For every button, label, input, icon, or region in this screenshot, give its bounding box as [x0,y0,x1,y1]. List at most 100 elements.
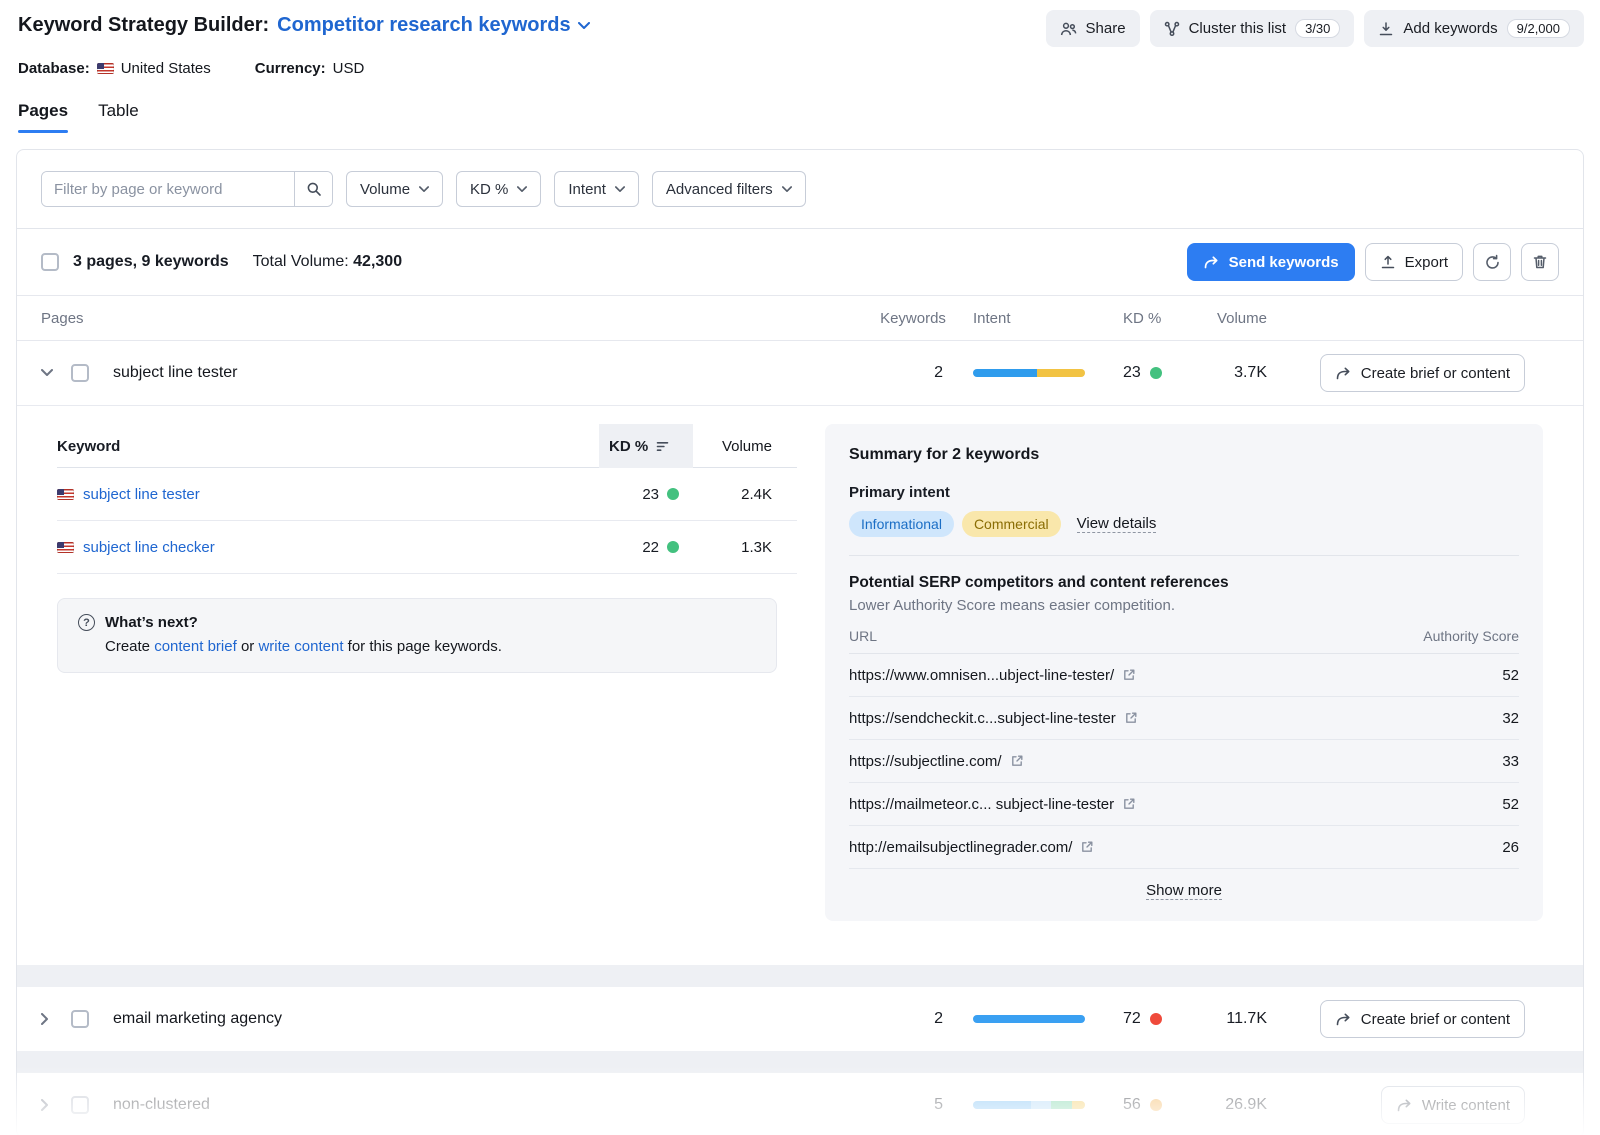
export-button[interactable]: Export [1365,243,1463,281]
create-brief-button[interactable]: Create brief or content [1320,1000,1525,1038]
active-tab-underline [18,130,68,133]
url-column-header: URL [849,628,877,644]
kd-value: 56 [1123,1096,1141,1114]
add-keywords-label: Add keywords [1403,20,1497,37]
authority-score: 26 [1502,839,1519,856]
expanded-page-detail: Keyword KD % Volume [17,405,1583,965]
kd-filter-dropdown[interactable]: KD % [456,171,541,207]
list-name: Competitor research keywords [277,14,570,37]
refresh-button[interactable] [1473,243,1511,281]
summary-title: Summary for 2 keywords [849,446,1519,464]
volume-filter-dropdown[interactable]: Volume [346,171,443,207]
cluster-count-badge: 3/30 [1295,19,1340,38]
export-icon [1380,254,1396,270]
serp-competitors-title: Potential SERP competitors and content r… [849,574,1519,592]
show-more-link[interactable]: Show more [1146,882,1222,900]
competitor-url: https://subjectline.com/ [849,753,1002,770]
chevron-down-icon [615,186,625,193]
kd-cell: 22 [599,539,693,556]
group-separator [17,1051,1583,1073]
toolbar-actions: Send keywords Export [1187,243,1559,281]
send-keywords-button[interactable]: Send keywords [1187,243,1355,281]
share-button[interactable]: Share [1046,10,1140,47]
page-group-non-clustered: non-clustered 5 56 26.9K Write content [17,1073,1583,1135]
kd-value: 23 [1123,364,1141,382]
tab-pages[interactable]: Pages [18,101,68,133]
filter-input[interactable] [42,172,294,206]
search-button[interactable] [294,172,332,206]
subcolumn-kd-sorted[interactable]: KD % [599,424,693,468]
row-checkbox[interactable] [71,364,89,382]
authority-score: 52 [1502,667,1519,684]
list-selector[interactable]: Competitor research keywords [277,14,589,37]
whats-next-title: What’s next? [105,614,198,631]
page-title: Keyword Strategy Builder: Competitor res… [18,10,590,37]
database-info: Database: United States [18,60,211,77]
keyword-link[interactable]: subject line tester [83,486,200,503]
kd-value: 72 [1123,1010,1141,1028]
currency-label: Currency: [255,60,326,77]
delete-button[interactable] [1521,243,1559,281]
cluster-icon [1164,21,1180,37]
competitor-url: https://sendcheckit.c...subject-line-tes… [849,710,1116,727]
competitor-url-row: https://subjectline.com/ 33 [849,740,1519,783]
selection-summary: 3 pages, 9 keywords [73,253,229,271]
keywords-count: 2 [934,364,957,382]
intent-badges: Informational Commercial View details [849,511,1519,537]
keyword-link[interactable]: subject line checker [83,539,215,556]
collapse-chevron-icon[interactable] [41,369,71,377]
selection-toolbar: 3 pages, 9 keywords Total Volume: 42,300… [17,229,1583,295]
total-volume-value: 42,300 [353,253,402,270]
create-brief-button[interactable]: Create brief or content [1320,354,1525,392]
competitor-url-row: https://www.omnisen...ubject-line-tester… [849,654,1519,697]
expand-chevron-icon[interactable] [41,1013,71,1025]
intent-bar [973,1015,1085,1023]
external-link-icon[interactable] [1010,754,1024,768]
cluster-list-button[interactable]: Cluster this list 3/30 [1150,10,1355,47]
page-name: non-clustered [107,1096,869,1114]
external-link-icon[interactable] [1124,711,1138,725]
row-checkbox[interactable] [71,1096,89,1114]
intent-filter-dropdown[interactable]: Intent [554,171,639,207]
authority-score: 52 [1502,796,1519,813]
cluster-label: Cluster this list [1189,20,1287,37]
volume-value: 11.7K [1226,1010,1311,1028]
chevron-down-icon [517,186,527,193]
kd-difficulty-dot [1150,1099,1162,1111]
select-all-checkbox[interactable] [41,253,59,271]
currency-value: USD [333,60,365,77]
main-card: Volume KD % Intent Advanced filters [16,149,1584,1135]
advanced-filters-dropdown[interactable]: Advanced filters [652,171,806,207]
keyword-row: subject line checker 22 1.3K [57,521,797,574]
external-link-icon[interactable] [1122,797,1136,811]
intent-bar-cell [957,369,1107,377]
intent-bar-cell [957,1015,1107,1023]
whats-next-box: ? What’s next? Create content brief or w… [57,598,777,673]
us-flag-icon [57,489,74,500]
write-content-button[interactable]: Write content [1381,1086,1525,1124]
view-details-link[interactable]: View details [1077,515,1157,533]
page-title-text: Keyword Strategy Builder: [18,14,269,37]
page-name: subject line tester [107,364,869,382]
content-brief-link[interactable]: content brief [154,638,237,655]
keywords-summary-panel: Summary for 2 keywords Primary intent In… [825,424,1543,921]
page-group-email-marketing-agency: email marketing agency 2 72 11.7K Create… [17,987,1583,1051]
download-tray-icon [1378,21,1394,37]
competitor-url: https://mailmeteor.c... subject-line-tes… [849,796,1114,813]
subcolumn-keyword: Keyword [57,438,599,455]
external-link-icon[interactable] [1122,668,1136,682]
search-icon [306,181,322,197]
add-keywords-button[interactable]: Add keywords 9/2,000 [1364,10,1584,47]
tab-table[interactable]: Table [98,101,139,133]
write-content-link[interactable]: write content [258,638,343,655]
intent-badge-commercial: Commercial [962,511,1061,537]
share-label: Share [1086,20,1126,37]
volume-value: 26.9K [1225,1096,1311,1114]
expand-chevron-icon[interactable] [41,1099,71,1111]
top-header: Keyword Strategy Builder: Competitor res… [0,0,1600,133]
keywords-count: 2 [934,1010,957,1028]
external-link-icon[interactable] [1080,840,1094,854]
page-name: email marketing agency [107,1010,869,1028]
kd-cell: 23 [599,486,693,503]
row-checkbox[interactable] [71,1010,89,1028]
